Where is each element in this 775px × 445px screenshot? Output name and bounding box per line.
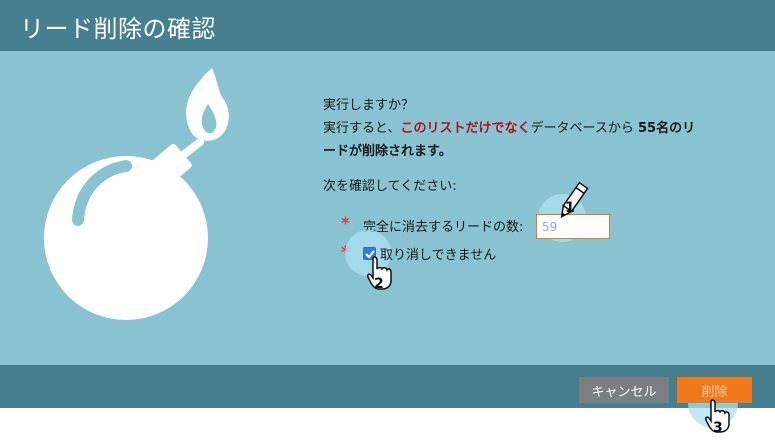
step-number-2: 2 <box>374 276 384 292</box>
required-mark-count: * <box>341 214 350 234</box>
confirm-prompt: 次を確認してください: <box>323 179 457 194</box>
dialog-title: リード削除の確認 <box>20 15 216 43</box>
dialog-titlebar: リード削除の確認 <box>0 0 775 51</box>
warning-count: 55名のリ <box>637 121 696 136</box>
bomb-icon <box>44 68 229 320</box>
cancel-button[interactable]: キャンセル <box>579 377 669 403</box>
count-label: 完全に消去するリードの数: <box>363 220 524 235</box>
step-number-3: 3 <box>713 420 723 436</box>
question-text: 実行しますか？ <box>323 98 415 113</box>
warning-prefix: 実行すると、 <box>323 121 401 136</box>
irreversible-label: 取り消しできません <box>380 248 497 263</box>
warning-mid: データベースから <box>530 121 638 136</box>
warning-line-2: ードが削除されます。 <box>323 144 452 159</box>
warning-red-text: このリストだけでなく <box>400 121 531 136</box>
step-number-1: 1 <box>565 200 575 216</box>
delete-leads-dialog: リード削除の確認 実行しますか？ 実行すると、このリストだけでなくデータベースか… <box>0 0 775 408</box>
warning-line: 実行すると、このリストだけでなくデータベースから 55名のリ <box>323 117 743 140</box>
delete-warning-message: 実行しますか？ 実行すると、このリストだけでなくデータベースから 55名のリ ー… <box>323 94 743 163</box>
